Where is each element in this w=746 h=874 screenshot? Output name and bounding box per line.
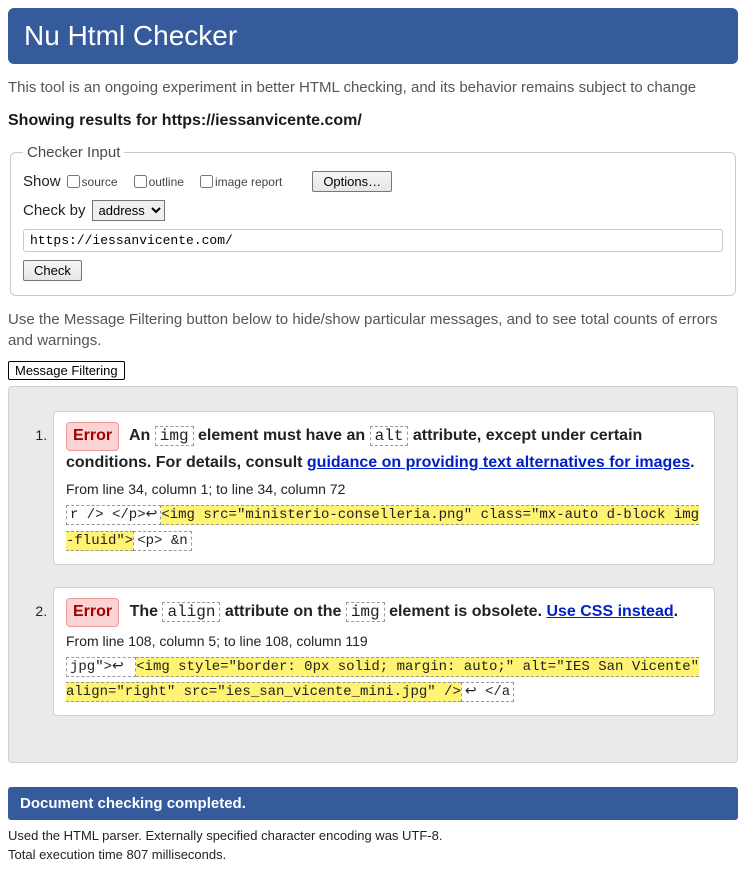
checker-legend: Checker Input bbox=[23, 144, 124, 161]
message-location: From line 34, column 1; to line 34, colu… bbox=[66, 481, 702, 497]
intro-text: This tool is an ongoing experiment in be… bbox=[8, 78, 738, 98]
outline-checkbox[interactable] bbox=[134, 175, 147, 188]
show-label: Show bbox=[23, 173, 61, 190]
check-row: Check bbox=[23, 260, 723, 281]
image-report-checkbox-label: image report bbox=[215, 175, 282, 189]
message-title: Error An img element must have an alt at… bbox=[66, 422, 702, 476]
results-heading: Showing results for https://iessanvicent… bbox=[8, 112, 738, 130]
error-badge: Error bbox=[66, 422, 119, 451]
parser-info: Used the HTML parser. Externally specifi… bbox=[8, 828, 738, 843]
message-item: Error An img element must have an alt at… bbox=[51, 411, 715, 565]
message-title: Error The align attribute on the img ele… bbox=[66, 598, 702, 627]
guidance-link[interactable]: Use CSS instead bbox=[546, 603, 673, 620]
message-extract: r /> </p>↩<img src="ministerio-conseller… bbox=[66, 503, 702, 553]
message-list: Error An img element must have an alt at… bbox=[45, 411, 715, 716]
check-by-label: Check by bbox=[23, 202, 86, 219]
message-filtering-button[interactable]: Message Filtering bbox=[8, 361, 125, 380]
code-token: img bbox=[346, 602, 385, 622]
execution-time: Total execution time 807 milliseconds. bbox=[8, 847, 738, 862]
guidance-link[interactable]: guidance on providing text alternatives … bbox=[307, 454, 690, 471]
completion-text: Document checking completed. bbox=[20, 795, 246, 812]
completion-bar: Document checking completed. bbox=[8, 787, 738, 820]
message-extract: jpg">↩ <img style="border: 0px solid; ma… bbox=[66, 655, 702, 705]
check-button[interactable]: Check bbox=[23, 260, 82, 281]
code-token: align bbox=[162, 602, 220, 622]
message-box: Error An img element must have an alt at… bbox=[53, 411, 715, 565]
source-checkbox-wrap[interactable]: source bbox=[67, 175, 118, 189]
check-by-select[interactable]: address bbox=[92, 200, 165, 221]
source-checkbox-label: source bbox=[82, 175, 118, 189]
message-item: Error The align attribute on the img ele… bbox=[51, 587, 715, 716]
options-button[interactable]: Options… bbox=[312, 171, 392, 192]
image-report-checkbox[interactable] bbox=[200, 175, 213, 188]
url-row bbox=[23, 229, 723, 252]
message-location: From line 108, column 5; to line 108, co… bbox=[66, 633, 702, 649]
results-panel: Error An img element must have an alt at… bbox=[8, 386, 738, 763]
show-row: Show source outline image report Options… bbox=[23, 171, 723, 192]
code-token: alt bbox=[370, 426, 409, 446]
url-input[interactable] bbox=[23, 229, 723, 252]
page-title-bar: Nu Html Checker bbox=[8, 8, 738, 64]
check-by-row: Check by address bbox=[23, 200, 723, 221]
error-badge: Error bbox=[66, 598, 119, 627]
message-box: Error The align attribute on the img ele… bbox=[53, 587, 715, 716]
image-report-checkbox-wrap[interactable]: image report bbox=[200, 175, 282, 189]
outline-checkbox-wrap[interactable]: outline bbox=[134, 175, 184, 189]
outline-checkbox-label: outline bbox=[149, 175, 184, 189]
source-checkbox[interactable] bbox=[67, 175, 80, 188]
page-title: Nu Html Checker bbox=[24, 20, 237, 51]
code-token: img bbox=[155, 426, 194, 446]
filter-help: Use the Message Filtering button below t… bbox=[8, 310, 738, 351]
checker-input-fieldset: Checker Input Show source outline image … bbox=[10, 144, 736, 296]
